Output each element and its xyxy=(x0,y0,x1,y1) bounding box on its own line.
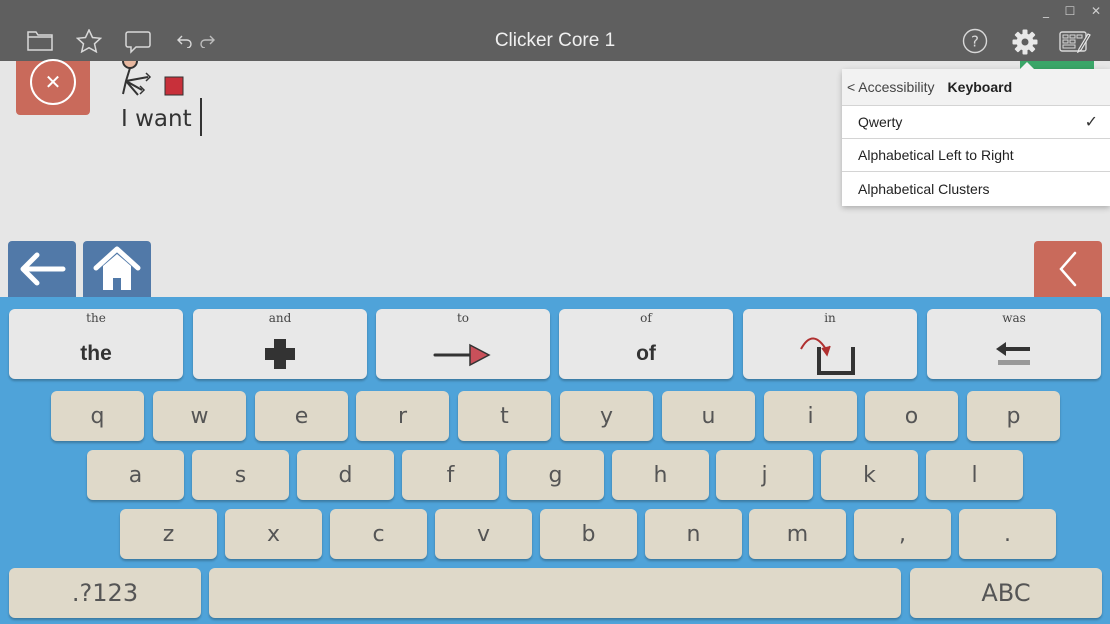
key-b[interactable]: b xyxy=(540,509,637,559)
settings-icon[interactable] xyxy=(1011,28,1039,56)
key-q[interactable]: q xyxy=(51,391,144,441)
in-container-symbol-icon xyxy=(800,337,855,375)
close-button[interactable]: ✕ xyxy=(1086,4,1106,18)
key-comma[interactable]: , xyxy=(854,509,951,559)
key-t[interactable]: t xyxy=(458,391,551,441)
popup-title: Keyboard xyxy=(947,79,1013,95)
word-key-and[interactable]: and xyxy=(193,309,367,379)
word-key-to[interactable]: to xyxy=(376,309,550,379)
option-qwerty[interactable]: Qwerty ✓ xyxy=(842,106,1110,139)
checkmark-icon: ✓ xyxy=(1084,114,1098,131)
word-key-label: of xyxy=(640,311,652,325)
popup-header: < Accessibility Keyboard xyxy=(842,69,1110,106)
keyboard-settings-popup: < Accessibility Keyboard Qwerty ✓ Alphab… xyxy=(842,62,1110,206)
chevron-left-icon xyxy=(1059,251,1077,287)
help-icon[interactable]: ? xyxy=(962,28,988,54)
option-alphabetical-left-to-right[interactable]: Alphabetical Left to Right xyxy=(842,139,1110,172)
svg-text:?: ? xyxy=(971,33,979,51)
option-label: Alphabetical Left to Right xyxy=(858,147,1014,163)
numbers-key[interactable]: .?123 xyxy=(9,568,201,618)
word-key-label: the xyxy=(86,311,106,325)
key-a[interactable]: a xyxy=(87,450,184,500)
home-button[interactable] xyxy=(83,241,151,297)
key-c[interactable]: c xyxy=(330,509,427,559)
word-key-the[interactable]: the the xyxy=(9,309,183,379)
space-key[interactable] xyxy=(209,568,901,618)
key-d[interactable]: d xyxy=(297,450,394,500)
word-key-label: in xyxy=(824,311,836,325)
past-arrow-symbol-icon xyxy=(996,342,1030,365)
back-to-accessibility-link[interactable]: < Accessibility xyxy=(847,79,935,95)
home-icon xyxy=(93,246,141,290)
key-l[interactable]: l xyxy=(926,450,1023,500)
key-x[interactable]: x xyxy=(225,509,322,559)
word-key-display: of xyxy=(636,342,656,365)
key-i[interactable]: i xyxy=(764,391,857,441)
key-m[interactable]: m xyxy=(749,509,846,559)
key-o[interactable]: o xyxy=(865,391,958,441)
document-text-area[interactable]: I want xyxy=(121,98,202,136)
key-k[interactable]: k xyxy=(821,450,918,500)
word-key-was[interactable]: was xyxy=(927,309,1101,379)
key-j[interactable]: j xyxy=(716,450,813,500)
word-key-in[interactable]: in xyxy=(743,309,917,379)
text-caret xyxy=(199,98,202,136)
keyboard-panel: the the and to of of in was qwertyuiop a… xyxy=(0,297,1110,624)
option-label: Qwerty xyxy=(858,114,903,130)
word-key-label: was xyxy=(1002,311,1026,325)
key-s[interactable]: s xyxy=(192,450,289,500)
word-key-label: to xyxy=(456,311,470,325)
key-v[interactable]: v xyxy=(435,509,532,559)
key-h[interactable]: h xyxy=(612,450,709,500)
key-e[interactable]: e xyxy=(255,391,348,441)
arrow-right-symbol-icon xyxy=(433,343,491,367)
key-y[interactable]: y xyxy=(560,391,653,441)
abc-key[interactable]: ABC xyxy=(910,568,1102,618)
key-w[interactable]: w xyxy=(153,391,246,441)
minimize-button[interactable]: _ xyxy=(1036,4,1056,18)
key-p[interactable]: p xyxy=(967,391,1060,441)
key-f[interactable]: f xyxy=(402,450,499,500)
document-text: I want xyxy=(121,106,192,132)
word-key-of[interactable]: of of xyxy=(559,309,733,379)
key-g[interactable]: g xyxy=(507,450,604,500)
key-z[interactable]: z xyxy=(120,509,217,559)
key-u[interactable]: u xyxy=(662,391,755,441)
clear-button[interactable]: ✕ xyxy=(16,59,90,115)
app-title: Clicker Core 1 xyxy=(494,30,616,51)
title-bar: Clicker Core 1 _ ☐ ✕ ? xyxy=(0,0,1110,61)
plus-symbol-icon xyxy=(265,339,295,369)
back-arrow-icon xyxy=(20,252,66,286)
keyboard-edit-icon[interactable] xyxy=(1059,30,1091,54)
option-label: Alphabetical Clusters xyxy=(858,180,990,197)
maximize-button[interactable]: ☐ xyxy=(1060,4,1080,18)
word-key-display: the xyxy=(80,342,112,365)
back-button[interactable] xyxy=(8,241,76,297)
option-alphabetical-clusters[interactable]: Alphabetical Clusters xyxy=(842,172,1110,205)
key-n[interactable]: n xyxy=(645,509,742,559)
popup-pointer xyxy=(1019,62,1035,70)
collapse-panel-button[interactable] xyxy=(1034,241,1102,297)
close-circle-icon: ✕ xyxy=(30,59,76,105)
key-period[interactable]: . xyxy=(959,509,1056,559)
key-r[interactable]: r xyxy=(356,391,449,441)
word-key-label: and xyxy=(268,311,292,325)
